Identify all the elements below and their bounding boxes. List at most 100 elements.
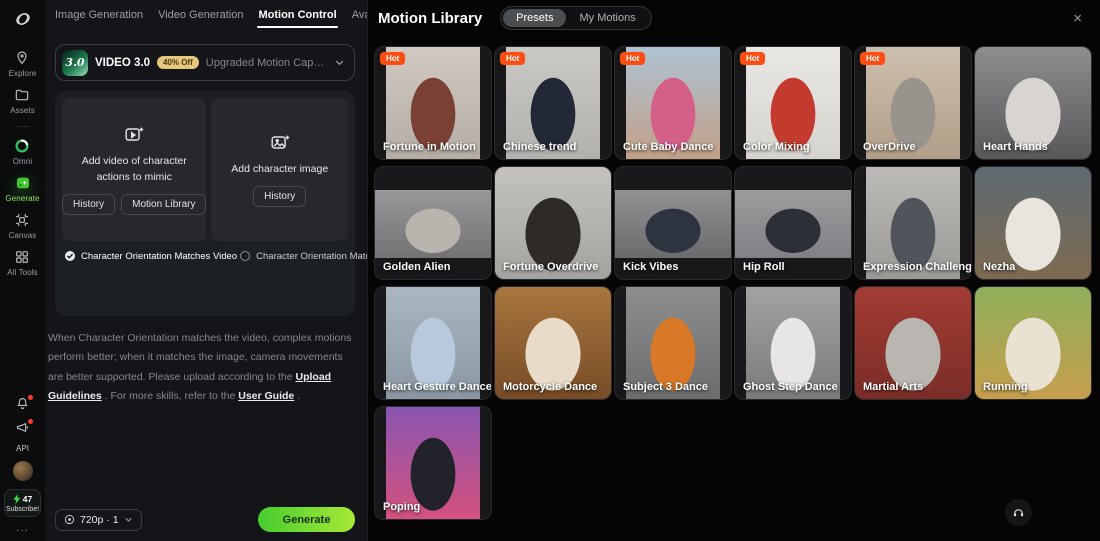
tab-image-generation[interactable]: Image Generation — [55, 0, 143, 30]
upload-video-title: Add video of character actions to mimic — [73, 154, 196, 186]
motion-card-chinese-trend[interactable]: Hot Chinese trend — [494, 46, 612, 160]
grid-icon — [14, 249, 30, 265]
motion-card-martial-arts[interactable]: Martial Arts — [854, 286, 972, 400]
video-history-button[interactable]: History — [62, 194, 115, 215]
model-name: VIDEO 3.0 — [95, 57, 150, 69]
motion-thumbnail — [615, 190, 731, 258]
notifications-bell-icon[interactable] — [15, 396, 31, 412]
sidebar-item-canvas[interactable]: Canvas — [9, 212, 37, 240]
notification-dot — [28, 395, 33, 400]
motion-card-running[interactable]: Running — [974, 286, 1092, 400]
energy-bolt-icon — [13, 494, 21, 504]
announcement-megaphone-icon[interactable] — [15, 420, 31, 436]
upload-video-dropzone[interactable]: Add video of character actions to mimic … — [62, 98, 206, 241]
upload-image-title: Add character image — [222, 162, 338, 178]
sidebar-rail: Explore Assets Omni — [0, 0, 45, 541]
upload-note: When Character Orientation matches the v… — [48, 329, 357, 407]
radio-checked-icon — [64, 250, 76, 262]
tab-my-motions[interactable]: My Motions — [566, 9, 648, 27]
user-avatar[interactable] — [13, 461, 33, 481]
motion-library-header: Motion Library Presets My Motions × — [368, 0, 1100, 36]
motion-card-label: Poping — [383, 501, 420, 513]
motion-grid: Hot Fortune in Motion Hot Chinese trend … — [368, 36, 1100, 520]
motion-card-label: OverDrive — [863, 141, 916, 153]
sidebar-item-assets[interactable]: Assets — [10, 87, 35, 115]
motion-card-expression-challenge[interactable]: Expression Challenge — [854, 166, 972, 280]
motion-card-ghost-step-dance[interactable]: Ghost Step Dance — [734, 286, 852, 400]
motion-card-hip-roll[interactable]: Hip Roll — [734, 166, 852, 280]
motion-library-button[interactable]: Motion Library — [121, 194, 206, 215]
api-link[interactable]: API — [16, 444, 29, 453]
sidebar-item-all-tools[interactable]: All Tools — [7, 249, 38, 277]
folder-icon — [14, 87, 30, 103]
tab-presets[interactable]: Presets — [503, 9, 566, 27]
sidebar-label: Canvas — [9, 231, 37, 240]
add-video-icon — [123, 124, 145, 146]
generate-icon — [15, 175, 31, 191]
motion-card-label: Martial Arts — [863, 381, 923, 393]
radio-orientation-video[interactable]: Character Orientation Matches Video — [62, 250, 237, 262]
tab-motion-control[interactable]: Motion Control — [258, 0, 336, 30]
orientation-options: Character Orientation Matches Video Char… — [62, 250, 348, 262]
more-menu[interactable]: ··· — [16, 525, 29, 536]
motion-thumbnail — [735, 190, 851, 258]
motion-card-label: Heart Hands — [983, 141, 1048, 153]
motion-card-label: Heart Gesture Dance — [383, 381, 492, 393]
motion-card-color-mixing[interactable]: Hot Color Mixing — [734, 46, 852, 160]
resolution-dropdown[interactable]: 720p · 1 — [55, 509, 142, 531]
hot-badge: Hot — [500, 52, 525, 65]
motion-card-label: Golden Alien — [383, 261, 450, 273]
motion-card-label: Subject 3 Dance — [623, 381, 708, 393]
motion-card-cute-baby-dance[interactable]: Hot Cute Baby Dance — [614, 46, 732, 160]
motion-card-motorcycle-dance[interactable]: Motorcycle Dance — [494, 286, 612, 400]
motion-card-label: Running — [983, 381, 1028, 393]
app-window: Explore Assets Omni — [0, 0, 1100, 541]
motion-card-poping[interactable]: Poping — [374, 406, 492, 520]
motion-card-golden-alien[interactable]: Golden Alien — [374, 166, 492, 280]
motion-card-heart-gesture-dance[interactable]: Heart Gesture Dance — [374, 286, 492, 400]
subscribe-card[interactable]: 47 Subscribe! — [4, 489, 41, 517]
motion-library-title: Motion Library — [378, 10, 482, 27]
motion-card-subject-3-dance[interactable]: Subject 3 Dance — [614, 286, 732, 400]
model-selector-dropdown[interactable]: 3.0 VIDEO 3.0 40% Off Upgraded Motion Ca… — [55, 44, 355, 81]
chevron-down-icon — [334, 57, 345, 68]
sidebar-item-generate[interactable]: Generate — [5, 175, 39, 203]
motion-card-label: Color Mixing — [743, 141, 810, 153]
image-history-button[interactable]: History — [253, 186, 306, 207]
hot-badge: Hot — [740, 52, 765, 65]
close-icon[interactable]: × — [1069, 9, 1086, 28]
motion-card-label: Cute Baby Dance — [623, 141, 713, 153]
motion-card-label: Hip Roll — [743, 261, 785, 273]
user-guide-link[interactable]: User Guide — [238, 390, 294, 402]
support-button[interactable] — [1005, 499, 1032, 526]
sidebar-item-omni[interactable]: Omni — [13, 138, 33, 166]
add-image-icon — [269, 132, 291, 154]
headset-icon — [1012, 506, 1025, 519]
sidebar-label: Omni — [13, 157, 33, 166]
motion-card-nezha[interactable]: Nezha — [974, 166, 1092, 280]
sidebar-item-explore[interactable]: Explore — [9, 50, 37, 78]
explore-pin-icon — [14, 50, 30, 66]
motion-card-kick-vibes[interactable]: Kick Vibes — [614, 166, 732, 280]
motion-card-heart-hands[interactable]: Heart Hands — [974, 46, 1092, 160]
sidebar-label: Generate — [5, 194, 39, 203]
sidebar-bottom: API 47 Subscribe! ··· — [4, 396, 41, 541]
discount-badge: 40% Off — [157, 56, 199, 69]
motion-card-label: Expression Challenge — [863, 261, 972, 273]
motion-card-label: Fortune Overdrive — [503, 261, 598, 273]
generate-button[interactable]: Generate — [258, 507, 355, 532]
subscribe-label: Subscribe! — [6, 506, 39, 513]
note-text: . For more skills, refer to the — [102, 390, 239, 402]
library-tabs: Presets My Motions — [500, 6, 652, 30]
model-version-icon: 3.0 — [62, 50, 88, 76]
resolution-value: 720p · 1 — [80, 514, 119, 526]
motion-card-overdrive[interactable]: Hot OverDrive — [854, 46, 972, 160]
app-logo-icon[interactable] — [12, 8, 34, 30]
motion-card-fortune-overdrive[interactable]: Fortune Overdrive — [494, 166, 612, 280]
radio-unchecked-icon — [239, 250, 251, 262]
motion-library-panel: Motion Library Presets My Motions × Hot … — [367, 0, 1100, 541]
motion-card-fortune-in-motion[interactable]: Hot Fortune in Motion — [374, 46, 492, 160]
tab-video-generation[interactable]: Video Generation — [158, 0, 243, 30]
upload-image-dropzone[interactable]: Add character image History — [211, 98, 348, 241]
motion-thumbnail — [375, 190, 491, 258]
